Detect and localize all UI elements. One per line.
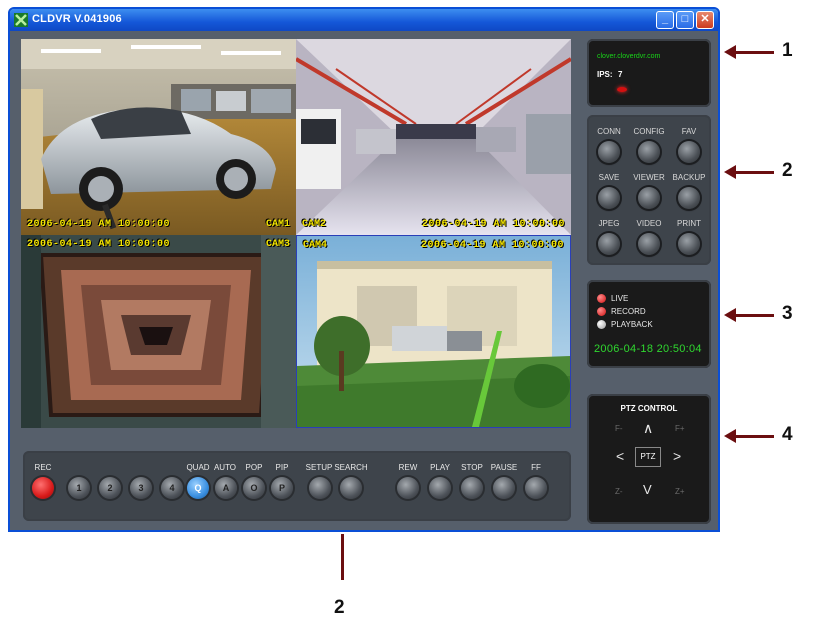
cam3-timestamp: 2006-04-19 AM 10:00:00 (27, 239, 171, 250)
cam2-timestamp: 2006-04-19 AM 10:00:00 (421, 219, 565, 230)
zoom-plus-button[interactable]: Z+ (675, 487, 685, 496)
record-led (597, 307, 606, 316)
status-panel: LIVE RECORD PLAYBACK 2006-04-18 20:50:04 (587, 280, 711, 368)
camera-view-1[interactable]: 2006-04-19 AM 10:00:00 CAM1 (21, 39, 296, 235)
focus-plus-button[interactable]: F+ (675, 424, 685, 433)
cam3-name: CAM3 (265, 239, 290, 250)
title-bar[interactable]: CLDVR V.041906 _ □ ✕ (10, 9, 718, 31)
fav-button[interactable] (678, 141, 700, 163)
pip-label: PIP (275, 463, 289, 472)
video-label: VIDEO (636, 219, 662, 228)
playback-label: PLAYBACK (611, 320, 653, 329)
camera-view-2[interactable]: CAM2 2006-04-19 AM 10:00:00 (296, 39, 571, 235)
record-label: RECORD (611, 307, 646, 316)
search-button[interactable] (340, 477, 362, 499)
playback-led (597, 320, 606, 329)
backup-button[interactable] (678, 187, 700, 209)
callout-4-line (734, 435, 774, 438)
callout-2-number: 2 (782, 160, 793, 181)
video-button[interactable] (638, 233, 660, 255)
ff-label: FF (531, 463, 541, 472)
cam4-name: CAM4 (303, 240, 328, 251)
pause-button[interactable] (493, 477, 515, 499)
print-button[interactable] (678, 233, 700, 255)
ptz-center-button[interactable]: PTZ (635, 447, 661, 467)
pip-button[interactable]: P (271, 477, 293, 499)
conn-button[interactable] (598, 141, 620, 163)
cam2-name: CAM2 (302, 219, 327, 230)
ips-label: IPS: (597, 70, 613, 79)
callout-3-line (734, 314, 774, 317)
tilt-up-button[interactable]: ∧ (643, 420, 653, 437)
play-button[interactable] (429, 477, 451, 499)
config-button[interactable] (638, 141, 660, 163)
stop-button[interactable] (461, 477, 483, 499)
fav-label: FAV (681, 127, 697, 136)
window-title: CLDVR V.041906 (32, 13, 122, 25)
tilt-down-button[interactable]: V (643, 482, 652, 497)
zoom-minus-button[interactable]: Z- (615, 487, 623, 496)
ptz-title: PTZ CONTROL (620, 404, 678, 413)
maximize-button[interactable]: □ (676, 11, 694, 29)
status-datetime: 2006-04-18 20:50:04 (594, 343, 702, 355)
app-icon (14, 13, 28, 27)
cam4-timestamp: 2006-04-19 AM 10:00:00 (420, 240, 564, 251)
cam3-image (21, 235, 296, 428)
close-button[interactable]: ✕ (696, 11, 714, 29)
camera-view-4[interactable]: CAM4 2006-04-19 AM 10:00:00 (296, 235, 571, 428)
cam1-name: CAM1 (265, 219, 290, 230)
channel-4-button[interactable]: 4 (161, 477, 183, 499)
ips-value: 7 (618, 70, 623, 79)
callout-2b-line (341, 534, 344, 580)
config-label: CONFIG (633, 127, 665, 136)
info-panel: clover.cloverdvr.com IPS: 7 (587, 39, 711, 107)
client-area: 2006-04-19 AM 10:00:00 CAM1 CAM2 2006-04… (10, 31, 718, 530)
backup-label: BACKUP (672, 173, 706, 182)
camera-view-3[interactable]: 2006-04-19 AM 10:00:00 CAM3 (21, 235, 296, 428)
activity-led (617, 87, 627, 92)
auto-button[interactable]: A (215, 477, 237, 499)
server-url: clover.cloverdvr.com (597, 53, 661, 60)
ptz-panel: PTZ CONTROL F- F+ ∧ < PTZ > Z- V Z+ (587, 394, 711, 524)
print-label: PRINT (677, 219, 701, 228)
channel-3-button[interactable]: 3 (130, 477, 152, 499)
rew-button[interactable] (397, 477, 419, 499)
save-button[interactable] (598, 187, 620, 209)
cam2-image (296, 39, 571, 235)
dvr-window: CLDVR V.041906 _ □ ✕ 2006-04-19 AM 10:00… (8, 7, 720, 532)
cam1-image (21, 39, 296, 235)
pop-button[interactable]: O (243, 477, 265, 499)
cam4-image (297, 236, 570, 427)
cam1-timestamp: 2006-04-19 AM 10:00:00 (27, 219, 171, 230)
quad-button[interactable]: Q (187, 477, 209, 499)
rec-label: REC (34, 463, 52, 472)
conn-label: CONN (597, 127, 621, 136)
jpeg-label: JPEG (598, 219, 620, 228)
live-label: LIVE (611, 294, 629, 303)
viewer-button[interactable] (638, 187, 660, 209)
jpeg-button[interactable] (598, 233, 620, 255)
rec-button[interactable] (32, 477, 54, 499)
callout-4-number: 4 (782, 424, 793, 445)
channel-2-button[interactable]: 2 (99, 477, 121, 499)
minimize-button[interactable]: _ (656, 11, 674, 29)
control-bar: REC 1 2 3 4 QUAD AUTO POP PIP Q A O P SE… (23, 451, 571, 521)
function-panel: CONN CONFIG FAV SAVE VIEWER BACKUP JPEG … (587, 115, 711, 265)
channel-1-button[interactable]: 1 (68, 477, 90, 499)
setup-button[interactable] (309, 477, 331, 499)
search-label: SEARCH (334, 463, 368, 472)
viewer-label: VIEWER (633, 173, 665, 182)
pan-left-button[interactable]: < (616, 448, 624, 464)
callout-2b-number: 2 (334, 597, 345, 618)
live-led (597, 294, 606, 303)
focus-minus-button[interactable]: F- (615, 424, 623, 433)
callout-1-number: 1 (782, 40, 793, 61)
save-label: SAVE (598, 173, 620, 182)
pan-right-button[interactable]: > (673, 448, 681, 464)
callout-2-line (734, 171, 774, 174)
callout-1-line (734, 51, 774, 54)
ff-button[interactable] (525, 477, 547, 499)
callout-3-number: 3 (782, 303, 793, 324)
